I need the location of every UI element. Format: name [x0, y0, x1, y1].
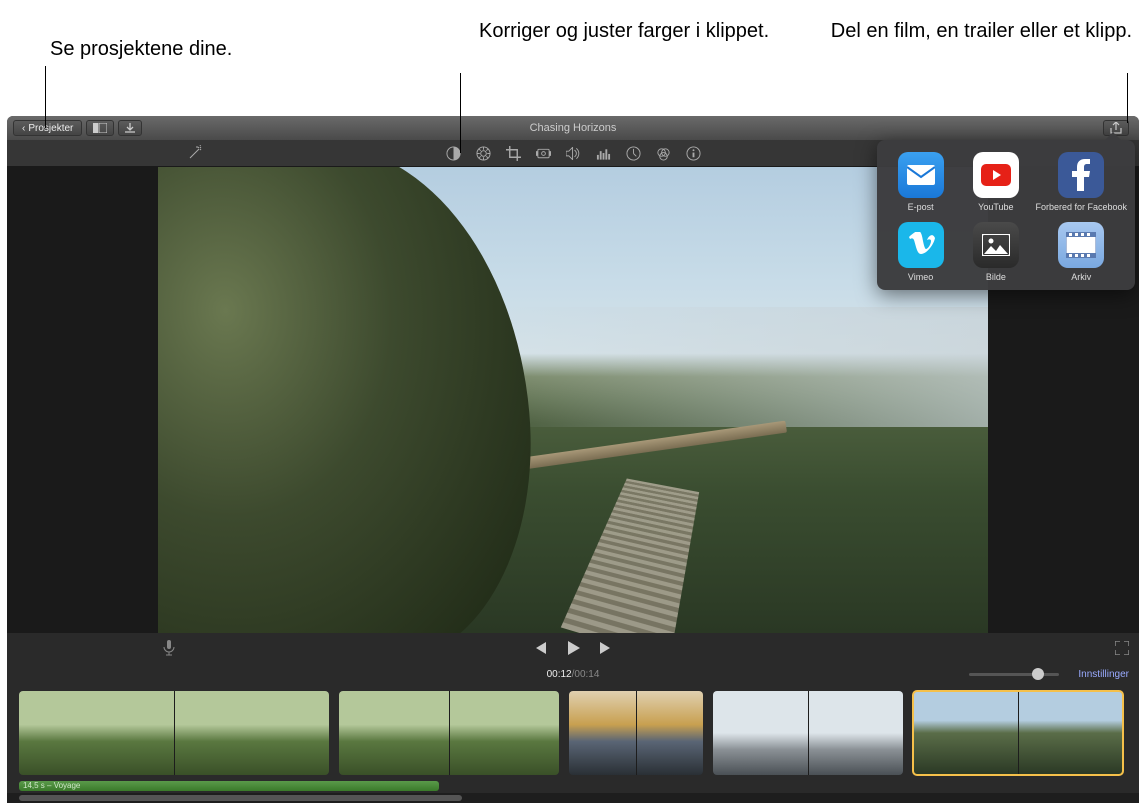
callout-line [460, 73, 461, 153]
download-arrow-icon [125, 123, 135, 133]
clip-thumbnail [175, 691, 330, 775]
vimeo-icon [898, 222, 944, 268]
timecode-bar: 00:12 / 00:14 Innstillinger [7, 663, 1139, 685]
clip-thumbnail [450, 691, 560, 775]
toolbar: ‹ Prosjekter Chasing Horizons [7, 116, 1139, 140]
share-item-email[interactable]: E-post [885, 152, 956, 212]
fullscreen-icon[interactable] [1115, 641, 1129, 655]
info-icon[interactable] [685, 145, 701, 161]
share-item-label: Vimeo [908, 272, 933, 282]
arkiv-icon [1058, 222, 1104, 268]
timeline-clip[interactable] [19, 691, 329, 775]
settings-link[interactable]: Innstillinger [1078, 669, 1129, 680]
library-icon [93, 123, 107, 133]
previous-button[interactable] [534, 642, 548, 654]
share-item-label: Arkiv [1071, 272, 1091, 282]
timeline-clip[interactable] [913, 691, 1123, 775]
share-item-youtube[interactable]: YouTube [960, 152, 1031, 212]
timeline-clip[interactable] [569, 691, 703, 775]
share-item-label: Bilde [986, 272, 1006, 282]
youtube-icon [973, 152, 1019, 198]
color-wheel-icon[interactable] [475, 145, 491, 161]
timeline-scrollbar[interactable] [7, 793, 1139, 803]
timeline[interactable] [7, 685, 1139, 781]
share-item-vimeo[interactable]: Vimeo [885, 222, 956, 282]
clip-thumbnail [19, 691, 174, 775]
filter-icon[interactable] [655, 145, 671, 161]
timeline-clip[interactable] [339, 691, 559, 775]
share-item-fb[interactable]: Forbered for Facebook [1035, 152, 1127, 212]
timecode-total: 00:14 [574, 669, 599, 680]
color-balance-icon[interactable] [445, 145, 461, 161]
chevron-left-icon: ‹ [22, 123, 25, 134]
scrollbar-thumb[interactable] [19, 795, 462, 801]
clip-thumbnail [339, 691, 449, 775]
projects-button[interactable]: ‹ Prosjekter [13, 120, 82, 136]
callout-color: Korriger og juster farger i klippet. [479, 18, 769, 44]
microphone-icon[interactable] [163, 640, 175, 656]
app-window: ‹ Prosjekter Chasing Horizons [7, 116, 1139, 803]
playback-controls [7, 633, 1139, 663]
audio-clip[interactable]: 14,5 s – Voyage [19, 781, 439, 791]
clip-thumbnail [713, 691, 808, 775]
share-item-label: YouTube [978, 202, 1013, 212]
share-item-label: E-post [908, 202, 934, 212]
crop-icon[interactable] [505, 145, 521, 161]
preview-frame [158, 167, 988, 633]
zoom-slider[interactable] [969, 673, 1059, 676]
equalizer-icon[interactable] [595, 145, 611, 161]
share-popover: E-post YouTube Forbered for Facebook Vimeo B… [877, 140, 1135, 290]
project-title: Chasing Horizons [530, 122, 617, 134]
callout-line [45, 66, 46, 128]
callout-projects: Se prosjektene dine. [50, 36, 232, 62]
play-button[interactable] [566, 641, 580, 655]
clip-thumbnail [637, 691, 704, 775]
clip-thumbnail [569, 691, 636, 775]
clip-thumbnail [1019, 691, 1124, 775]
share-item-arkiv[interactable]: Arkiv [1035, 222, 1127, 282]
audio-track-area: 14,5 s – Voyage [7, 781, 1139, 793]
fb-icon [1058, 152, 1104, 198]
stabilize-icon[interactable] [535, 145, 551, 161]
clip-thumbnail [913, 691, 1018, 775]
timecode-current: 00:12 [547, 669, 572, 680]
callout-share: Del en film, en trailer eller et klipp. [831, 18, 1132, 44]
zoom-slider-knob[interactable] [1032, 668, 1044, 680]
volume-icon[interactable] [565, 145, 581, 161]
clip-thumbnail [809, 691, 904, 775]
share-item-label: Forbered for Facebook [1035, 202, 1127, 212]
magic-wand-icon[interactable] [187, 145, 203, 161]
next-button[interactable] [598, 642, 612, 654]
timeline-clip[interactable] [713, 691, 903, 775]
import-button[interactable] [118, 120, 142, 136]
email-icon [898, 152, 944, 198]
bilde-icon [973, 222, 1019, 268]
share-item-bilde[interactable]: Bilde [960, 222, 1031, 282]
callout-line [1127, 73, 1128, 123]
speed-icon[interactable] [625, 145, 641, 161]
projects-button-label: Prosjekter [28, 123, 73, 134]
library-toggle-button[interactable] [86, 120, 114, 136]
